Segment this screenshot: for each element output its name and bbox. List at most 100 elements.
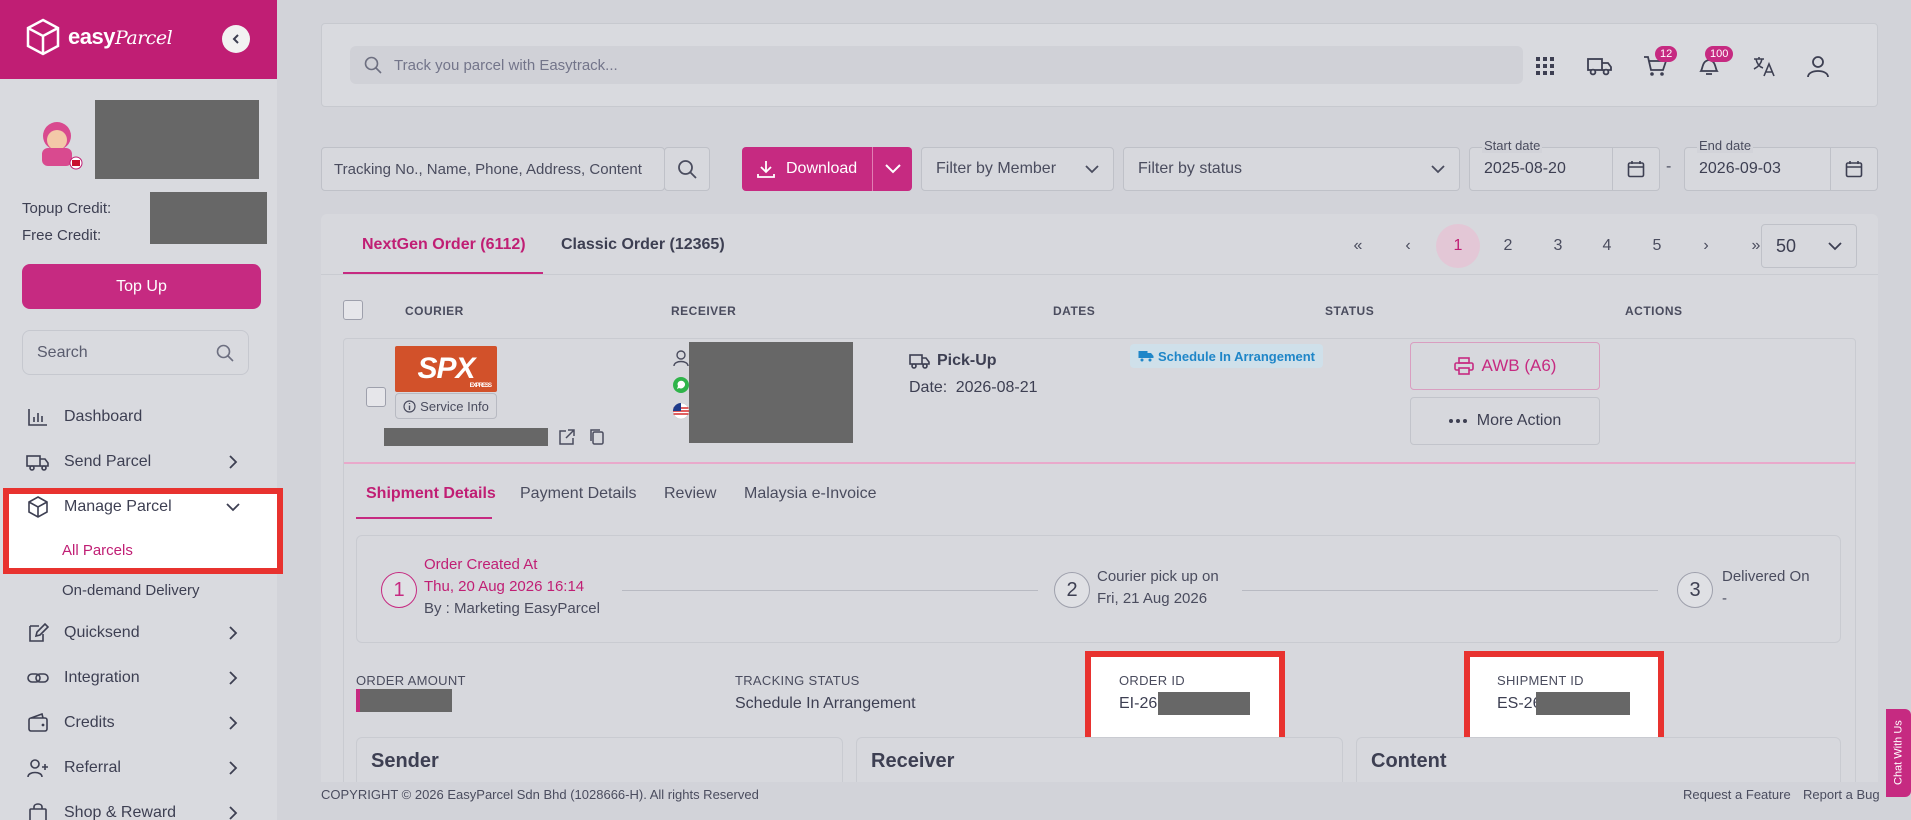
pagination-page-4[interactable]: 4	[1585, 224, 1629, 268]
order-search-button[interactable]	[664, 147, 710, 191]
shopping-bag-icon	[26, 802, 50, 820]
order-id-label: ORDER ID	[1119, 673, 1185, 688]
truck-icon	[26, 451, 50, 473]
external-link-icon[interactable]	[558, 428, 576, 446]
row-checkbox[interactable]	[366, 387, 386, 407]
download-icon	[757, 161, 775, 178]
sender-title: Sender	[371, 750, 439, 772]
timeline-connector	[1242, 590, 1658, 591]
tab-malaysia-einvoice[interactable]: Malaysia e-Invoice	[744, 485, 877, 503]
sidebar-subitem-all-parcels[interactable]: All Parcels	[62, 542, 133, 559]
print-awb-button[interactable]: AWB (A6)	[1410, 342, 1600, 390]
tab-payment-details[interactable]: Payment Details	[520, 485, 637, 503]
sidebar: easyParcel Topup Credit: Free Credit: To…	[0, 0, 283, 820]
sidebar-item-quicksend[interactable]: Quicksend	[0, 613, 260, 653]
more-dots-icon	[1448, 419, 1467, 423]
truck-icon	[1138, 351, 1154, 362]
redacted-credit-values	[150, 192, 267, 244]
pagination-page-5[interactable]: 5	[1635, 224, 1679, 268]
avatar[interactable]	[28, 114, 86, 172]
start-date-value: 2025-08-20	[1484, 160, 1566, 177]
step-3-text: Delivered On -	[1722, 566, 1810, 610]
start-date-input[interactable]: Start date 2025-08-20	[1469, 138, 1660, 191]
download-label: Download	[786, 160, 858, 177]
profile-button[interactable]	[1802, 50, 1834, 82]
truck-icon	[1587, 58, 1612, 76]
chat-with-us-button[interactable]: Chat With Us	[1886, 709, 1911, 797]
tab-shipment-details[interactable]: Shipment Details	[366, 485, 496, 503]
per-page-value: 50	[1776, 235, 1797, 256]
sidebar-item-referral[interactable]: Referral	[0, 748, 260, 788]
pagination-page-3[interactable]: 3	[1536, 224, 1580, 268]
pagination-next[interactable]: ›	[1684, 224, 1728, 268]
step-1-title: Order Created At	[424, 556, 538, 573]
step-3-title: Delivered On	[1722, 568, 1810, 585]
user-plus-icon	[26, 757, 50, 779]
end-date-label: End date	[1697, 138, 1754, 153]
cart-button[interactable]: 12	[1639, 46, 1678, 82]
pagination-page-2[interactable]: 2	[1486, 224, 1530, 268]
collapse-sidebar-button[interactable]	[222, 25, 250, 53]
sidebar-item-label: Integration	[64, 669, 140, 686]
select-all-checkbox[interactable]	[343, 300, 363, 320]
sidebar-item-send-parcel[interactable]: Send Parcel	[0, 442, 260, 482]
tracking-status-label: TRACKING STATUS	[735, 673, 860, 688]
sidebar-item-integration[interactable]: Integration	[0, 658, 260, 698]
pagination-first[interactable]: «	[1336, 224, 1380, 268]
report-bug-link[interactable]: Report a Bug	[1803, 787, 1880, 802]
row-divider	[344, 462, 1855, 464]
per-page-select[interactable]: 50	[1761, 224, 1857, 268]
sidebar-search-input[interactable]: Search	[22, 330, 249, 375]
calendar-icon	[1845, 161, 1863, 178]
apps-grid-button[interactable]	[1529, 50, 1561, 82]
filter-by-status-select[interactable]: Filter by status	[1123, 147, 1460, 191]
request-feature-link[interactable]: Request a Feature	[1683, 787, 1791, 802]
redacted-receiver-info	[689, 342, 853, 443]
sidebar-item-label: Quicksend	[64, 624, 140, 641]
notification-button[interactable]: 100	[1693, 46, 1734, 82]
top-up-button[interactable]: Top Up	[22, 264, 261, 309]
start-date-picker-button[interactable]	[1612, 148, 1659, 190]
order-search-input[interactable]: Tracking No., Name, Phone, Address, Cont…	[321, 147, 665, 191]
language-button[interactable]	[1748, 50, 1780, 82]
sidebar-item-label: Dashboard	[64, 408, 143, 425]
search-icon	[678, 160, 697, 179]
sidebar-item-manage-parcel[interactable]: Manage Parcel	[0, 487, 260, 527]
logo[interactable]: easyParcel	[26, 18, 173, 56]
free-credit-label: Free Credit:	[22, 227, 102, 244]
copy-icon[interactable]	[589, 428, 605, 446]
notification-badge: 100	[1705, 46, 1734, 62]
easytrack-search-input[interactable]: Track you parcel with Easytrack...	[350, 46, 1523, 84]
col-courier: COURIER	[405, 304, 464, 318]
pagination-prev[interactable]: ‹	[1386, 224, 1430, 268]
sidebar-item-credits[interactable]: Credits	[0, 703, 260, 743]
end-date-input[interactable]: End date 2026-09-03	[1684, 138, 1878, 191]
chevron-down-icon	[1828, 241, 1842, 250]
date-range-separator: -	[1666, 158, 1672, 175]
cart-badge: 12	[1655, 46, 1678, 62]
redacted-order-amount	[356, 689, 452, 712]
sidebar-item-dashboard[interactable]: Dashboard	[0, 397, 260, 437]
sidebar-subitem-on-demand-delivery[interactable]: On-demand Delivery	[62, 582, 200, 599]
more-action-button[interactable]: More Action	[1410, 397, 1600, 445]
shipment-button[interactable]	[1584, 50, 1616, 82]
shipment-id-label: SHIPMENT ID	[1497, 673, 1584, 688]
pagination-page-1[interactable]: 1	[1436, 224, 1480, 268]
topup-credit-label: Topup Credit:	[22, 200, 112, 217]
download-button[interactable]: Download	[742, 147, 912, 191]
redacted-shipment-id	[1536, 692, 1630, 715]
tab-classic-order[interactable]: Classic Order (12365)	[561, 236, 725, 254]
courier-logo-text: SPX	[417, 352, 475, 385]
tab-review[interactable]: Review	[664, 485, 716, 503]
filter-by-member-select[interactable]: Filter by Member	[921, 147, 1114, 191]
step-3-date: -	[1722, 590, 1727, 607]
tab-nextgen-order[interactable]: NextGen Order (6112)	[362, 236, 526, 254]
service-info-button[interactable]: Service Info	[395, 393, 497, 419]
sidebar-item-shop-reward[interactable]: Shop & Reward	[0, 793, 260, 820]
pickup-label: Pick-Up	[909, 352, 997, 370]
end-date-picker-button[interactable]	[1830, 148, 1877, 190]
chevron-right-icon	[229, 455, 238, 469]
grid-icon	[1536, 57, 1554, 75]
printer-icon	[1453, 357, 1474, 375]
timeline-connector	[622, 590, 1038, 591]
